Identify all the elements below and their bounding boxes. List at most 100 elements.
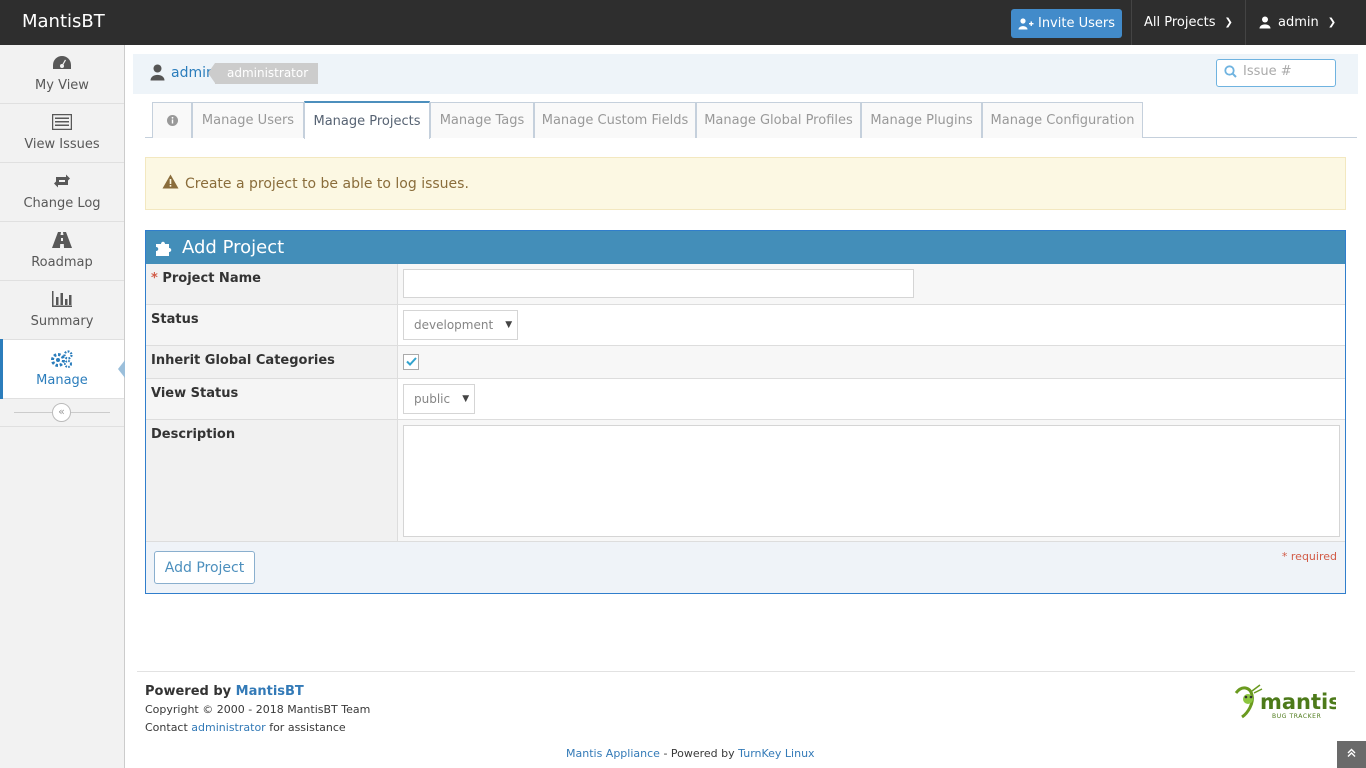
form-row-view-status: View Status public ▼ bbox=[146, 379, 1345, 420]
sidebar-item-change-log[interactable]: Change Log bbox=[0, 163, 124, 222]
invite-users-button[interactable]: Invite Users bbox=[1011, 9, 1122, 38]
double-chevron-left-icon[interactable]: « bbox=[52, 403, 71, 422]
description-label: Description bbox=[146, 420, 398, 541]
tab-manage-projects[interactable]: Manage Projects bbox=[304, 101, 430, 139]
sidebar-item-summary[interactable]: Summary bbox=[0, 281, 124, 340]
chevron-down-icon: ❯ bbox=[1327, 17, 1337, 28]
sidebar-collapse-toggle[interactable]: « bbox=[0, 399, 124, 427]
tab-label: Manage Plugins bbox=[870, 113, 973, 128]
sidebar-item-label: Roadmap bbox=[31, 255, 93, 270]
issue-search[interactable] bbox=[1216, 59, 1336, 87]
logo-text: mantis bbox=[1260, 690, 1336, 714]
user-menu-label: admin bbox=[1278, 15, 1319, 30]
manage-tabs: Manage Users Manage Projects Manage Tags… bbox=[145, 101, 1357, 139]
tab-label: Manage Users bbox=[201, 113, 295, 128]
form-row-description: Description bbox=[146, 420, 1345, 542]
field-value: development ▼ bbox=[398, 305, 1345, 345]
bar-chart-icon bbox=[0, 281, 124, 314]
tab-manage-tags[interactable]: Manage Tags bbox=[430, 102, 534, 138]
double-chevron-up-icon bbox=[1347, 748, 1356, 757]
mantis-appliance-link[interactable]: Mantis Appliance bbox=[566, 747, 660, 760]
status-label: Status bbox=[146, 305, 398, 345]
list-icon bbox=[0, 104, 124, 137]
powered-prefix: Powered by bbox=[145, 684, 232, 699]
warning-alert: Create a project to be able to log issue… bbox=[145, 157, 1346, 210]
sidebar-item-roadmap[interactable]: Roadmap bbox=[0, 222, 124, 281]
status-select[interactable]: development ▼ bbox=[403, 310, 519, 340]
user-icon bbox=[150, 64, 165, 86]
administrator-link[interactable]: administrator bbox=[191, 721, 265, 734]
appliance-mid: - Powered by bbox=[663, 747, 735, 760]
inherit-categories-checkbox[interactable] bbox=[403, 354, 419, 370]
mantis-logo[interactable]: mantis BUG TRACKER bbox=[1232, 683, 1341, 721]
top-navbar: MantisBT Invite Users All Projects ❯ adm… bbox=[0, 0, 1366, 45]
checkmark-icon bbox=[405, 357, 417, 366]
form-title: Add Project bbox=[182, 237, 285, 258]
sidebar-item-label: Summary bbox=[30, 314, 94, 329]
user-menu[interactable]: admin ❯ bbox=[1245, 0, 1366, 45]
tab-manage-global-profiles[interactable]: Manage Global Profiles bbox=[696, 102, 861, 138]
puzzle-piece-icon bbox=[156, 241, 172, 256]
appliance-line: Mantis Appliance - Powered by TurnKey Li… bbox=[566, 747, 815, 760]
sidebar-item-manage[interactable]: Manage bbox=[0, 339, 125, 399]
view-status-label: View Status bbox=[146, 379, 398, 419]
status-selected-value: development bbox=[414, 318, 494, 332]
issue-search-input[interactable] bbox=[1241, 63, 1331, 80]
form-row-inherit-categories: Inherit Global Categories bbox=[146, 346, 1345, 379]
field-value bbox=[398, 264, 1345, 304]
tab-manage-users[interactable]: Manage Users bbox=[192, 102, 304, 138]
sidebar-item-label: Manage bbox=[36, 373, 88, 388]
alert-message: Create a project to be able to log issue… bbox=[185, 175, 469, 192]
project-selector-label: All Projects bbox=[1144, 15, 1216, 30]
required-note: * required bbox=[1281, 550, 1337, 563]
breadcrumb: admin administrator bbox=[133, 54, 1358, 94]
info-icon bbox=[166, 115, 178, 126]
copyright: Copyright © 2000 - 2018 MantisBT Team bbox=[145, 703, 371, 716]
warning-icon bbox=[162, 174, 179, 194]
invite-users-label: Invite Users bbox=[1037, 16, 1115, 31]
view-status-selected-value: public bbox=[414, 392, 451, 406]
contact-prefix: Contact bbox=[145, 721, 188, 734]
field-value bbox=[398, 420, 1345, 541]
mantisbt-link[interactable]: MantisBT bbox=[236, 684, 304, 699]
logo-subtext: BUG TRACKER bbox=[1272, 713, 1321, 720]
turnkey-link[interactable]: TurnKey Linux bbox=[738, 747, 814, 760]
powered-by: Powered by MantisBT bbox=[145, 684, 304, 699]
tab-label: Manage Tags bbox=[439, 113, 525, 128]
required-marker: * bbox=[151, 271, 158, 286]
user-plus-icon bbox=[1018, 17, 1034, 29]
sidebar-item-my-view[interactable]: My View bbox=[0, 45, 124, 104]
chevron-down-icon: ❯ bbox=[1224, 17, 1233, 28]
user-icon bbox=[1259, 16, 1271, 29]
add-project-form: Add Project * Project Name Status develo… bbox=[145, 230, 1346, 594]
brand-logo[interactable]: MantisBT bbox=[22, 11, 105, 32]
dropdown-arrow-icon: ▼ bbox=[462, 394, 470, 404]
form-row-project-name: * Project Name bbox=[146, 264, 1345, 305]
role-badge: administrator bbox=[207, 63, 319, 84]
sidebar-item-label: View Issues bbox=[24, 137, 100, 152]
contact-line: Contact administrator for assistance bbox=[145, 721, 346, 734]
form-footer: Add Project * required bbox=[146, 542, 1345, 593]
tab-manage-custom-fields[interactable]: Manage Custom Fields bbox=[534, 102, 696, 138]
field-label: * Project Name bbox=[146, 264, 398, 304]
description-textarea[interactable] bbox=[403, 425, 1340, 537]
tab-info[interactable] bbox=[152, 102, 192, 138]
gears-icon bbox=[0, 340, 124, 373]
field-value: public ▼ bbox=[398, 379, 1345, 419]
scroll-to-top-button[interactable] bbox=[1337, 741, 1366, 768]
tab-label: Manage Configuration bbox=[990, 113, 1135, 128]
form-row-status: Status development ▼ bbox=[146, 305, 1345, 346]
tab-manage-plugins[interactable]: Manage Plugins bbox=[861, 102, 982, 138]
project-name-input[interactable] bbox=[403, 269, 914, 298]
dashboard-icon bbox=[0, 45, 124, 78]
contact-suffix: for assistance bbox=[269, 721, 346, 734]
project-name-label: Project Name bbox=[162, 271, 261, 286]
dropdown-arrow-icon: ▼ bbox=[505, 320, 513, 330]
view-status-select[interactable]: public ▼ bbox=[403, 384, 476, 414]
sidebar-item-view-issues[interactable]: View Issues bbox=[0, 104, 124, 163]
tab-manage-configuration[interactable]: Manage Configuration bbox=[982, 102, 1143, 138]
project-selector[interactable]: All Projects ❯ bbox=[1131, 0, 1245, 45]
sidebar-item-label: My View bbox=[35, 78, 89, 93]
inherit-categories-label: Inherit Global Categories bbox=[146, 346, 398, 378]
add-project-button[interactable]: Add Project bbox=[154, 551, 255, 584]
